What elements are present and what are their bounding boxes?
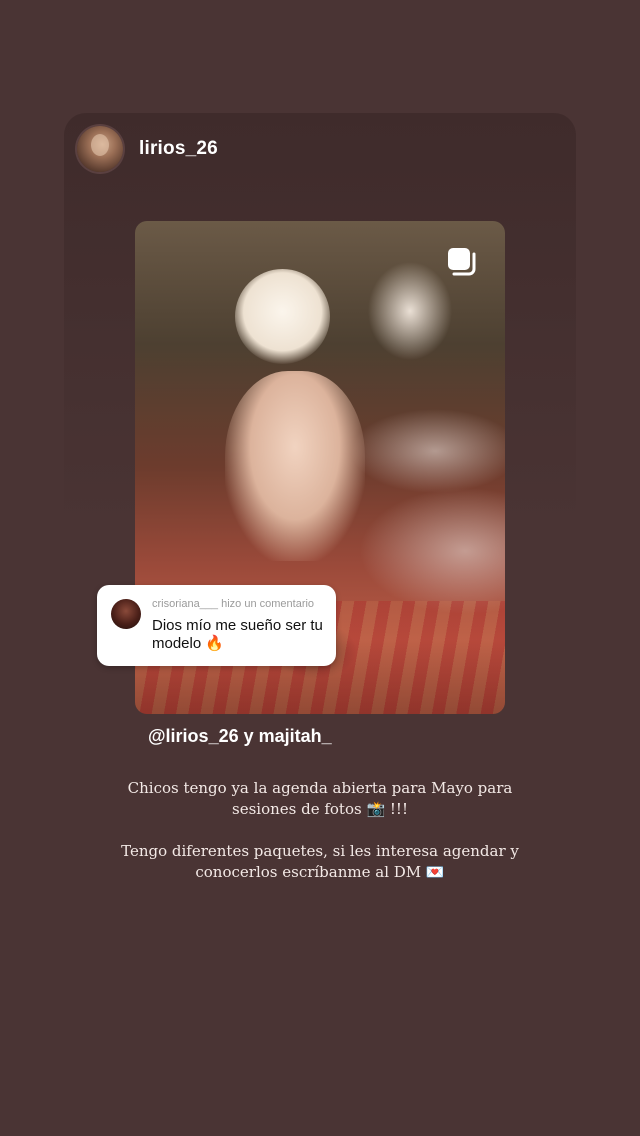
caption-paragraph-2: Tengo diferentes paquetes, si les intere…: [121, 842, 519, 881]
comment-text: Dios mío me sueño ser tu modelo 🔥: [152, 617, 323, 652]
subject-figure: [225, 371, 365, 561]
story-caption: Chicos tengo ya la agenda abierta para M…: [110, 778, 530, 904]
post-username[interactable]: lirios_26: [139, 138, 218, 160]
caption-paragraph-1: Chicos tengo ya la agenda abierta para M…: [127, 779, 513, 818]
carousel-icon: [448, 248, 476, 276]
comment-meta: crisoriana___ hizo un comentario: [152, 598, 314, 610]
commenter-avatar: [111, 599, 141, 629]
comment-sticker[interactable]: crisoriana___ hizo un comentario Dios mí…: [97, 585, 336, 666]
comment-action: hizo un comentario: [221, 598, 315, 610]
mention-sticker[interactable]: @lirios_26 y majitah_: [148, 726, 332, 747]
commenter-name: crisoriana___: [152, 598, 219, 610]
subject-wig: [235, 269, 330, 364]
user-avatar[interactable]: [77, 126, 123, 172]
